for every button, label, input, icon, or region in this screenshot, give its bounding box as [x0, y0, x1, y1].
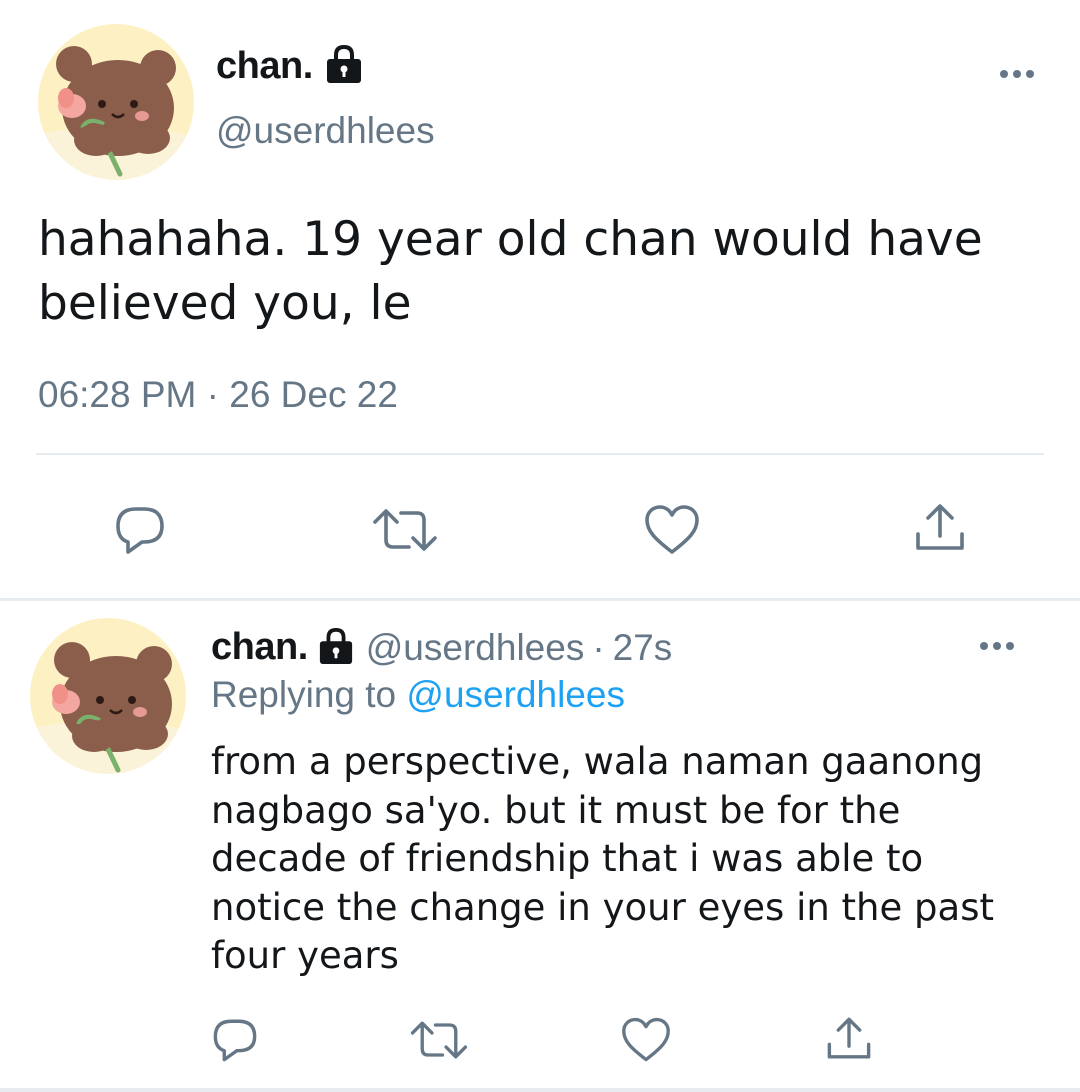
- reply-text: from a perspective, wala naman gaanong n…: [211, 740, 994, 977]
- author-row: chan.: [216, 44, 363, 88]
- reply-author-name[interactable]: chan.: [211, 626, 308, 669]
- reply-header: chan. @userdhlees · 27s: [211, 626, 672, 669]
- like-button[interactable]: [618, 1014, 674, 1066]
- lock-icon: [318, 627, 354, 669]
- lock-icon: [325, 44, 363, 88]
- reply-age[interactable]: 27s: [613, 627, 673, 669]
- bear-avatar-icon: [30, 618, 186, 774]
- avatar[interactable]: [38, 24, 194, 180]
- retweet-button[interactable]: [408, 1014, 470, 1066]
- like-icon: [645, 505, 699, 554]
- share-icon: [916, 504, 964, 550]
- tweet-thread-view: chan. @userdhlees hahahaha. 19 year old …: [0, 0, 1080, 1092]
- reply-button[interactable]: [110, 500, 170, 560]
- tweet-text: hahahaha. 19 year old chan would have be…: [38, 212, 983, 331]
- like-icon: [622, 1017, 670, 1062]
- reply-button[interactable]: [210, 1012, 260, 1068]
- author-name[interactable]: chan.: [216, 45, 313, 88]
- share-button[interactable]: [910, 498, 970, 558]
- separator-dot: ·: [592, 626, 605, 668]
- more-options-icon[interactable]: [978, 636, 1018, 660]
- divider: [36, 453, 1044, 455]
- tweet-timestamp[interactable]: 06:28 PM · 26 Dec 22: [38, 374, 398, 416]
- retweet-icon: [410, 1021, 468, 1059]
- share-button[interactable]: [822, 1012, 876, 1066]
- replying-to-mention[interactable]: @userdhlees: [406, 674, 625, 715]
- section-divider: [0, 598, 1080, 601]
- reply-avatar[interactable]: [30, 618, 186, 774]
- reply-icon: [213, 1019, 257, 1062]
- replying-to-label: Replying to: [211, 674, 397, 715]
- more-options-icon[interactable]: [998, 64, 1038, 88]
- author-handle[interactable]: @userdhlees: [216, 110, 435, 152]
- retweet-button[interactable]: [370, 500, 440, 560]
- reply-author-handle[interactable]: @userdhlees: [366, 627, 585, 669]
- bear-avatar-icon: [38, 24, 194, 180]
- reply-icon: [116, 507, 164, 554]
- like-button[interactable]: [642, 500, 702, 560]
- retweet-icon: [373, 509, 437, 551]
- divider: [0, 1088, 1080, 1092]
- replying-to-line: Replying to @userdhlees: [211, 674, 625, 716]
- share-icon: [827, 1017, 871, 1059]
